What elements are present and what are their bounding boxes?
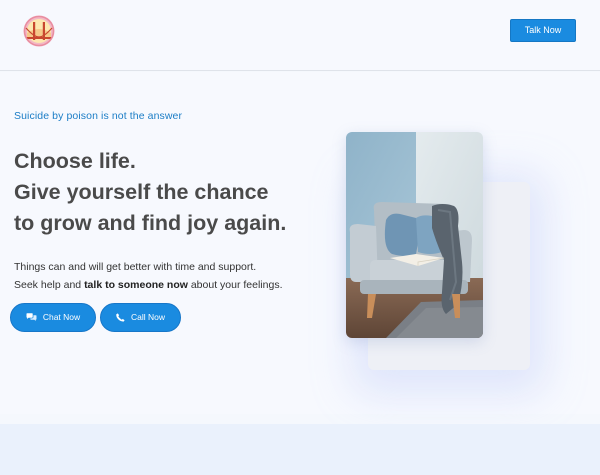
hero-headline: Choose life. Give yourself the chance to…: [14, 146, 314, 239]
support-line-2-pre: Seek help and: [14, 278, 85, 291]
support-line-2-bold: talk to someone now: [84, 278, 188, 291]
hero-photo-armchair: [346, 132, 483, 338]
chat-now-button[interactable]: Chat Now: [10, 303, 96, 332]
talk-now-button[interactable]: Talk Now: [510, 19, 576, 42]
call-now-label: Call Now: [130, 312, 165, 322]
hero-eyebrow: Suicide by poison is not the answer: [14, 110, 183, 122]
call-now-button[interactable]: Call Now: [100, 303, 181, 332]
headline-line-2: to grow and find joy again.: [14, 211, 287, 235]
hero-support-text: Things can and will get better with time…: [14, 259, 314, 294]
phone-icon: [116, 313, 125, 322]
hero-section: Suicide by poison is not the answer Choo…: [0, 72, 600, 414]
support-line-1: Things can and will get better with time…: [14, 261, 257, 273]
site-header: Talk Now: [0, 0, 600, 71]
headline-line-1: Give yourself the chance: [14, 180, 269, 204]
logo-badge-icon[interactable]: [23, 15, 55, 47]
chat-now-label: Chat Now: [42, 312, 81, 322]
chat-bubbles-icon: [26, 313, 37, 322]
support-line-2-post: about your feelings.: [187, 278, 283, 291]
next-section-band: [0, 424, 600, 475]
headline-strong: Choose life.: [14, 149, 136, 173]
